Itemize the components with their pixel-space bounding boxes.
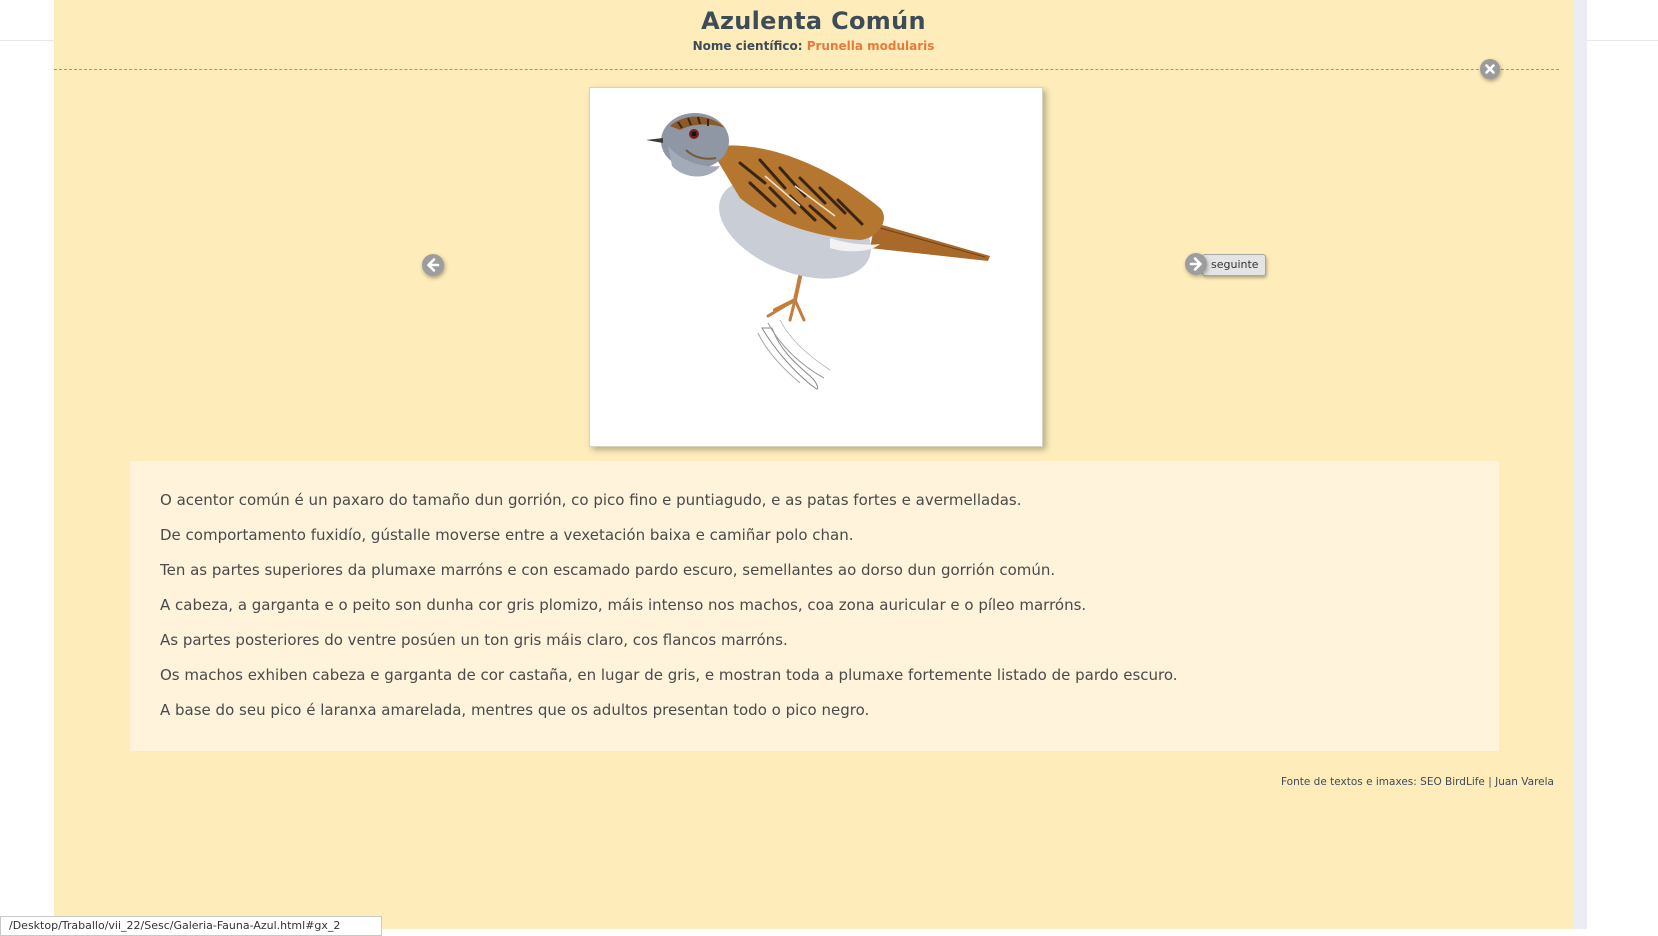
species-header: Azulenta Común Nome científico: Prunella…	[54, 0, 1573, 69]
next-button-label[interactable]: seguinte	[1202, 254, 1266, 276]
bird-image	[589, 87, 1043, 447]
source-credit: Fonte de textos e imaxes: SEO BirdLife |…	[1281, 776, 1554, 788]
scientific-name-label: Nome científico:	[692, 39, 803, 53]
description-paragraph: O acentor común é un paxaro do tamaño du…	[160, 491, 1022, 509]
arrow-left-icon	[427, 258, 440, 272]
species-title: Azulenta Común	[701, 7, 926, 35]
header-divider	[54, 69, 1559, 70]
next-button-circle[interactable]	[1185, 253, 1207, 275]
species-description: O acentor común é un paxaro do tamaño du…	[130, 461, 1499, 751]
description-paragraph: A base do seu pico é laranxa amarelada, …	[160, 701, 870, 719]
scientific-name-line: Nome científico: Prunella modularis	[54, 39, 1573, 53]
description-paragraph: As partes posteriores do ventre posúen u…	[160, 631, 788, 649]
close-icon-glyph	[1485, 64, 1495, 74]
species-panel: Azulenta Común Nome científico: Prunella…	[54, 0, 1573, 929]
previous-button[interactable]	[422, 254, 444, 276]
bird-illustration	[646, 113, 990, 390]
description-paragraph: Os machos exhiben cabeza e garganta de c…	[160, 666, 1178, 684]
scrollbar[interactable]	[1573, 0, 1587, 929]
status-bar-url: /Desktop/Traballo/vii_22/Sesc/Galeria-Fa…	[0, 916, 382, 936]
description-paragraph: Ten as partes superiores da plumaxe marr…	[160, 561, 1056, 579]
description-paragraph: A cabeza, a garganta e o peito son dunha…	[160, 596, 1087, 614]
close-icon[interactable]	[1480, 59, 1500, 79]
description-paragraph: De comportamento fuxidío, gústalle mover…	[160, 526, 854, 544]
arrow-right-icon	[1189, 257, 1202, 271]
scientific-name-value: Prunella modularis	[806, 39, 935, 53]
